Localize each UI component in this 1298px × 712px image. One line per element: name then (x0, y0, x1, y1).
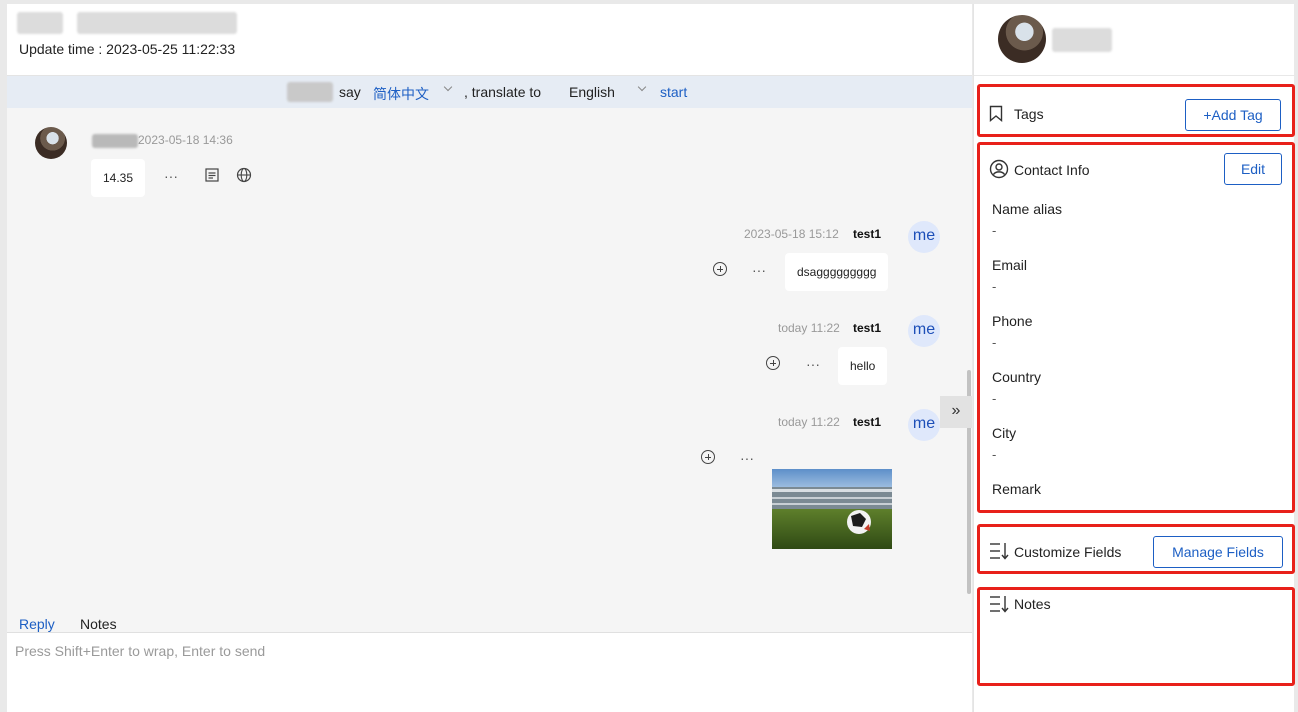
translate-bar: say 简体中文 , translate to English start (7, 76, 972, 108)
message-time: 2023-05-18 14:36 (138, 133, 233, 147)
update-time: Update time : 2023-05-25 11:22:33 (19, 41, 236, 57)
blurred-sender-name (92, 134, 138, 148)
field-label-city: City (992, 425, 1017, 441)
add-circle-icon[interactable] (766, 356, 780, 370)
custom-fields-section: Customize Fields Manage Fields (977, 524, 1295, 574)
notes-section: Notes (977, 587, 1295, 686)
message-time: 2023-05-18 15:12 (744, 227, 839, 241)
field-label-phone: Phone (992, 313, 1033, 329)
target-language-select[interactable]: English (569, 84, 615, 100)
user-circle-icon (989, 159, 1009, 179)
field-label-email: Email (992, 257, 1028, 273)
edit-contact-button[interactable]: Edit (1224, 153, 1282, 185)
contact-info-section: Contact Info Edit Name alias - Email - P… (977, 142, 1295, 513)
field-value-phone: - (992, 335, 997, 350)
field-value-name-alias: - (992, 223, 997, 238)
message-time: today 11:22 (778, 321, 840, 335)
field-label-name-alias: Name alias (992, 201, 1063, 217)
contact-header (974, 4, 1295, 76)
blurred-contact-id (77, 12, 237, 34)
me-avatar: me (908, 409, 940, 441)
tab-notes[interactable]: Notes (80, 616, 117, 632)
field-value-country: - (992, 391, 997, 406)
message-time: today 11:22 (778, 415, 840, 429)
message-sender: test1 (853, 415, 882, 429)
blurred-speaker-name (287, 82, 333, 102)
chat-panel: Update time : 2023-05-25 11:22:33 say 简体… (7, 4, 972, 712)
more-options-icon[interactable]: ··· (164, 169, 178, 183)
custom-fields-title: Customize Fields (1014, 544, 1122, 560)
collapse-panel-button[interactable]: » (940, 396, 972, 428)
contact-avatar-large (998, 15, 1046, 63)
contact-info-title: Contact Info (1014, 162, 1090, 178)
tags-section: Tags +Add Tag (977, 84, 1295, 137)
translate-text-icon[interactable] (204, 167, 220, 183)
field-value-city: - (992, 447, 997, 462)
add-tag-button[interactable]: +Add Tag (1185, 99, 1281, 131)
source-language-select[interactable]: 简体中文 (373, 84, 429, 104)
message-bubble: hello (838, 347, 888, 385)
message-sender: test1 (853, 321, 882, 335)
sort-list-icon (990, 596, 1009, 613)
blurred-contact-name (17, 12, 63, 34)
chat-header: Update time : 2023-05-25 11:22:33 (7, 4, 972, 76)
contact-avatar (35, 127, 67, 159)
more-options-icon[interactable]: ··· (806, 357, 820, 371)
reply-input[interactable] (15, 643, 955, 659)
start-translate-link[interactable]: start (660, 84, 687, 100)
reply-tabs: Reply Notes (7, 608, 972, 635)
message-bubble: 14.35 (91, 159, 146, 197)
chevron-down-icon[interactable] (638, 84, 648, 94)
me-avatar: me (908, 315, 940, 347)
translate-to-label: , translate to (464, 84, 542, 100)
me-avatar: me (908, 221, 940, 253)
tags-title: Tags (1014, 106, 1044, 122)
stadium-image[interactable] (772, 469, 892, 549)
chevron-down-icon[interactable] (444, 84, 454, 94)
manage-fields-button[interactable]: Manage Fields (1153, 536, 1283, 568)
more-options-icon[interactable]: ··· (740, 451, 754, 465)
notes-title: Notes (1014, 596, 1051, 612)
reply-box[interactable] (7, 632, 972, 712)
contact-panel: Tags +Add Tag Contact Info Edit Name ali… (973, 4, 1295, 712)
message-bubble: dsaggggggggg (785, 253, 889, 291)
more-options-icon[interactable]: ··· (752, 263, 766, 277)
message-sender: test1 (853, 227, 882, 241)
blurred-contact-name (1052, 28, 1112, 52)
bookmark-icon (989, 105, 1003, 122)
field-label-remark: Remark (992, 481, 1042, 497)
globe-icon[interactable] (236, 167, 252, 183)
add-circle-icon[interactable] (713, 262, 727, 276)
sort-list-icon (990, 543, 1009, 560)
add-circle-icon[interactable] (701, 450, 715, 464)
field-label-country: Country (992, 369, 1042, 385)
say-label: say (339, 84, 361, 100)
field-value-email: - (992, 279, 997, 294)
